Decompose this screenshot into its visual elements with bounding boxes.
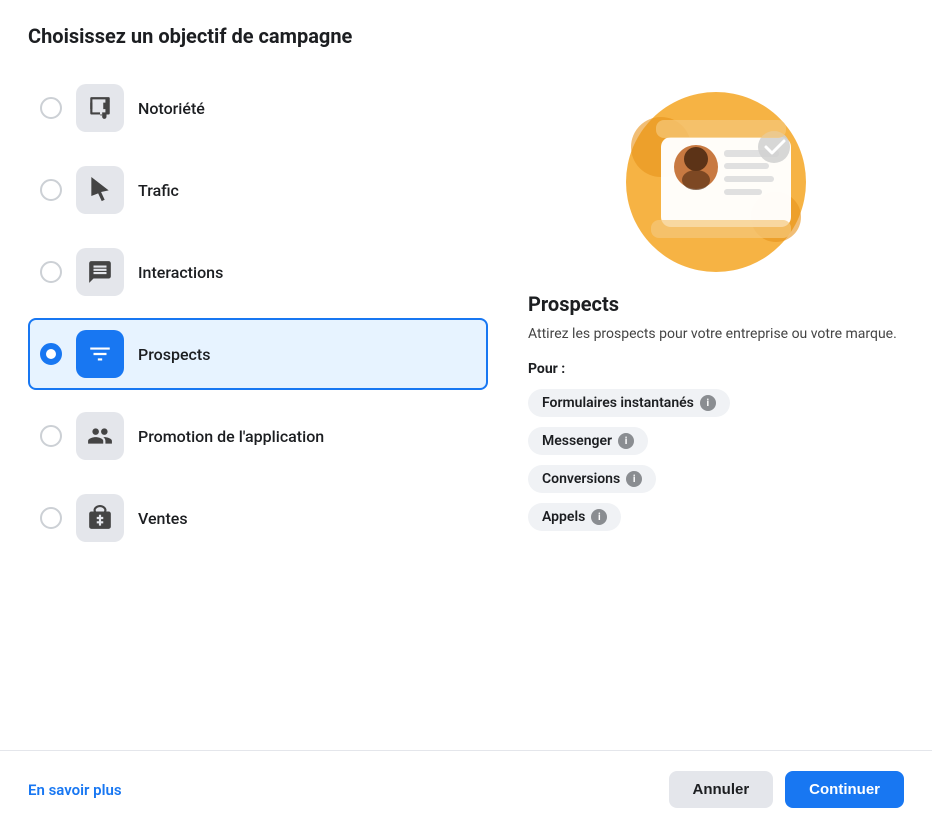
tag-formulaires-label: Formulaires instantanés bbox=[542, 395, 694, 411]
radio-interactions bbox=[40, 261, 62, 283]
option-icon-trafic bbox=[76, 166, 124, 214]
options-list: Notoriété Trafic bbox=[28, 72, 488, 726]
tag-appels: Appels i bbox=[528, 503, 621, 531]
option-label-notoriete: Notoriété bbox=[138, 99, 205, 118]
detail-title: Prospects bbox=[528, 292, 904, 316]
radio-ventes bbox=[40, 507, 62, 529]
option-icon-prospects bbox=[76, 330, 124, 378]
option-trafic[interactable]: Trafic bbox=[28, 154, 488, 226]
illustration bbox=[606, 72, 826, 272]
option-prospects[interactable]: Prospects bbox=[28, 318, 488, 390]
tag-conversions-label: Conversions bbox=[542, 471, 620, 487]
option-icon-interactions bbox=[76, 248, 124, 296]
option-ventes[interactable]: Ventes bbox=[28, 482, 488, 554]
info-icon-formulaires[interactable]: i bbox=[700, 395, 716, 411]
detail-description: Attirez les prospects pour votre entrepr… bbox=[528, 324, 904, 345]
people-icon bbox=[87, 423, 113, 449]
option-notoriete[interactable]: Notoriété bbox=[28, 72, 488, 144]
filter-icon bbox=[87, 341, 113, 367]
info-icon-conversions[interactable]: i bbox=[626, 471, 642, 487]
option-icon-notoriete bbox=[76, 84, 124, 132]
learn-more-link[interactable]: En savoir plus bbox=[28, 781, 122, 799]
briefcase-icon bbox=[87, 505, 113, 531]
radio-notoriete bbox=[40, 97, 62, 119]
dialog-title: Choisissez un objectif de campagne bbox=[28, 24, 904, 48]
tag-formulaires: Formulaires instantanés i bbox=[528, 389, 730, 417]
content-area: Notoriété Trafic bbox=[28, 72, 904, 726]
radio-prospects bbox=[40, 343, 62, 365]
tag-conversions: Conversions i bbox=[528, 465, 656, 493]
tag-messenger: Messenger i bbox=[528, 427, 648, 455]
footer: En savoir plus Annuler Continuer bbox=[0, 750, 932, 828]
cursor-icon bbox=[87, 177, 113, 203]
option-promotion[interactable]: Promotion de l'application bbox=[28, 400, 488, 472]
option-interactions[interactable]: Interactions bbox=[28, 236, 488, 308]
radio-promotion bbox=[40, 425, 62, 447]
option-icon-promotion bbox=[76, 412, 124, 460]
option-icon-ventes bbox=[76, 494, 124, 542]
footer-buttons: Annuler Continuer bbox=[669, 771, 905, 808]
option-label-interactions: Interactions bbox=[138, 263, 223, 282]
prospects-illustration bbox=[606, 72, 826, 272]
continue-button[interactable]: Continuer bbox=[785, 771, 904, 808]
detail-pour-label: Pour : bbox=[528, 361, 904, 377]
chat-icon bbox=[87, 259, 113, 285]
tag-messenger-label: Messenger bbox=[542, 433, 612, 449]
megaphone-icon bbox=[87, 95, 113, 121]
info-icon-appels[interactable]: i bbox=[591, 509, 607, 525]
cancel-button[interactable]: Annuler bbox=[669, 771, 774, 808]
detail-panel: Prospects Attirez les prospects pour vot… bbox=[528, 72, 904, 726]
radio-trafic bbox=[40, 179, 62, 201]
tags-list: Formulaires instantanés i Messenger i Co… bbox=[528, 389, 904, 531]
info-icon-messenger[interactable]: i bbox=[618, 433, 634, 449]
option-label-trafic: Trafic bbox=[138, 181, 179, 200]
tag-appels-label: Appels bbox=[542, 509, 585, 525]
option-label-prospects: Prospects bbox=[138, 345, 210, 364]
option-label-ventes: Ventes bbox=[138, 509, 188, 528]
option-label-promotion: Promotion de l'application bbox=[138, 427, 324, 446]
